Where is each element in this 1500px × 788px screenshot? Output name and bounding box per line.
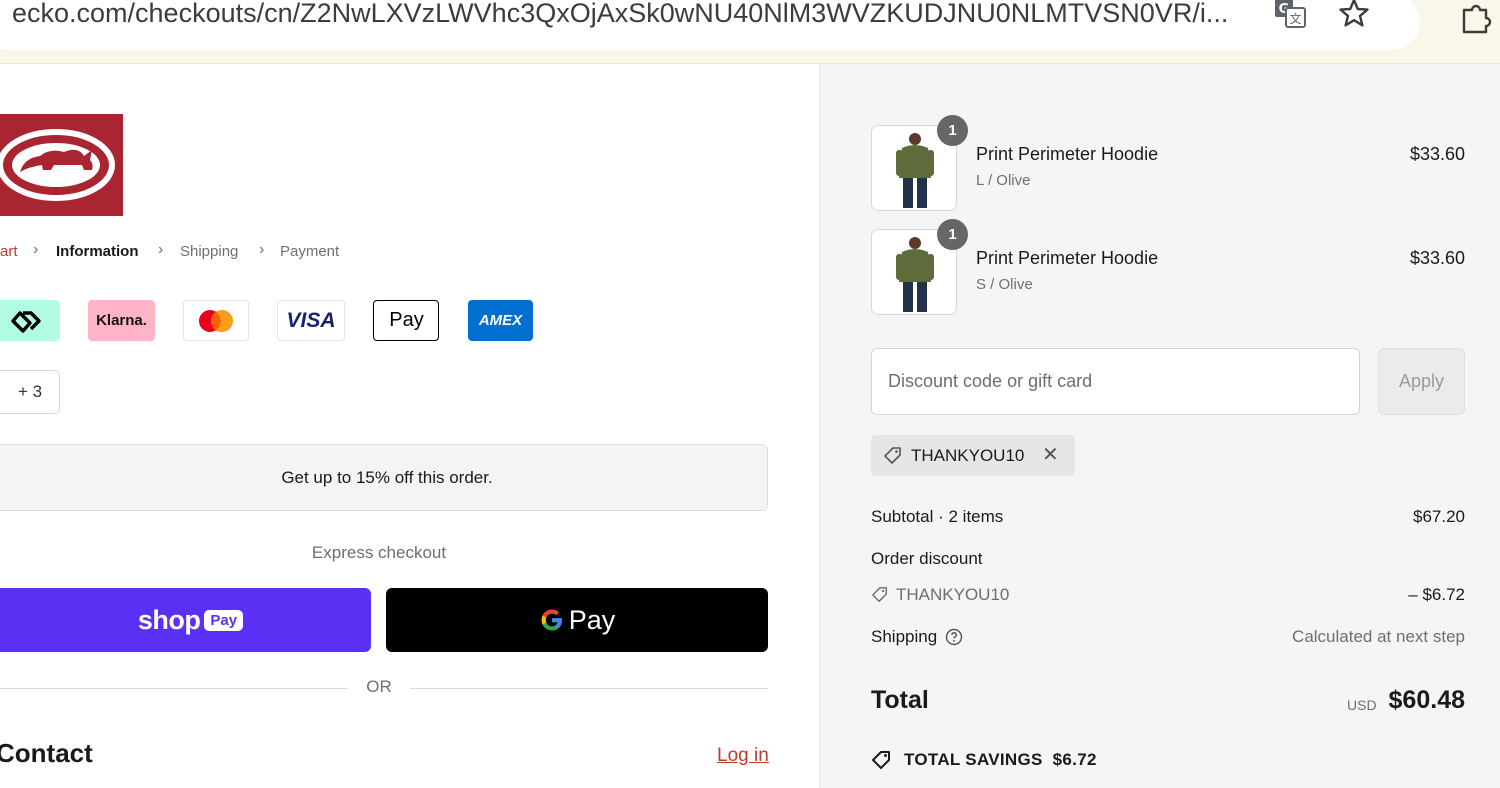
breadcrumb-shipping: Shipping: [180, 243, 239, 260]
divider-right: [410, 688, 768, 689]
total-amount: $60.48: [1388, 686, 1465, 714]
klarna-logo: Klarna.: [88, 300, 155, 341]
afterpay-logo: [0, 300, 60, 341]
item-price: $33.60: [1409, 248, 1465, 268]
discount-value: – $6.72: [1408, 585, 1465, 604]
item-name: Print Perimeter Hoodie: [976, 248, 1159, 268]
item-price: $33.60: [1409, 144, 1465, 164]
google-pay-label: Pay: [568, 604, 616, 635]
item-variant: S / Olive: [976, 276, 1033, 293]
shop-pay-wordmark: shop: [137, 604, 201, 635]
bookmark-star-icon[interactable]: [1336, 0, 1372, 31]
discount-code-input[interactable]: [871, 348, 1360, 415]
savings-tag-icon: [872, 751, 890, 769]
applied-discount-chip: THANKYOU10 ✕: [871, 435, 1075, 476]
extensions-puzzle-icon[interactable]: [1458, 0, 1494, 36]
discount-code-text: THANKYOU10: [896, 585, 1010, 604]
shipping-row: Shipping: [871, 627, 963, 647]
promo-banner[interactable]: Get up to 15% off this order.: [0, 444, 768, 511]
quantity-badge: 1: [937, 115, 968, 146]
breadcrumb-information: Information: [56, 243, 139, 260]
chevron-right-icon: ›: [259, 241, 265, 258]
total-savings-label: TOTAL SAVINGS: [904, 750, 1043, 769]
breadcrumb-cart[interactable]: art: [0, 243, 18, 260]
item-name: Print Perimeter Hoodie: [976, 144, 1159, 164]
contact-heading: Contact: [0, 738, 93, 768]
breadcrumb-payment: Payment: [280, 243, 340, 260]
more-payment-methods-button[interactable]: + 3: [0, 370, 60, 414]
svg-text:文: 文: [1289, 11, 1301, 26]
login-link[interactable]: Log in: [717, 745, 769, 767]
quantity-badge: 1: [937, 219, 968, 250]
shop-pay-badge: Pay: [204, 609, 244, 631]
total-savings: TOTAL SAVINGS $6.72: [871, 749, 1097, 771]
chevron-right-icon: ›: [158, 241, 164, 258]
chevron-right-icon: ›: [33, 241, 39, 258]
visa-logo: VISA: [277, 300, 345, 341]
currency-code: USD: [1347, 697, 1377, 713]
item-variant: L / Olive: [976, 172, 1031, 189]
total-label: Total: [871, 686, 929, 714]
shipping-value: Calculated at next step: [1292, 627, 1465, 646]
apple-pay-logo: Pay: [373, 300, 439, 341]
divider-left: [0, 688, 348, 689]
mastercard-icon: [199, 309, 233, 332]
subtotal-label: Subtotal · 2 items: [871, 507, 1004, 526]
url-text[interactable]: ecko.com/checkouts/cn/Z2NwLXVzLWVhc3QxOj…: [12, 0, 1252, 29]
express-checkout-label: Express checkout: [311, 543, 447, 562]
subtotal-value: $67.20: [1413, 507, 1465, 526]
discount-code-row: THANKYOU10: [871, 585, 1009, 605]
address-bar[interactable]: s ecko.com/checkouts/cn/Z2NwLXVzLWVhc3Qx…: [0, 0, 1420, 50]
apply-discount-button[interactable]: Apply: [1378, 348, 1465, 415]
close-icon[interactable]: ✕: [1042, 444, 1059, 466]
browser-toolbar: s ecko.com/checkouts/cn/Z2NwLXVzLWVhc3Qx…: [0, 0, 1500, 64]
or-divider-label: OR: [366, 677, 392, 696]
help-circle-icon[interactable]: [945, 628, 963, 646]
order-discount-label: Order discount: [871, 549, 983, 568]
amex-logo: AMEX: [468, 300, 533, 341]
google-pay-button[interactable]: Pay: [386, 588, 768, 652]
google-g-icon: [541, 609, 562, 631]
ecko-rhino-logo[interactable]: [0, 114, 123, 216]
shipping-label: Shipping: [871, 627, 938, 646]
tag-icon: [884, 446, 901, 464]
tag-icon: [872, 587, 888, 603]
applied-code-label: THANKYOU10: [911, 445, 1025, 465]
shop-pay-button[interactable]: shop Pay: [0, 588, 371, 652]
mastercard-logo: [183, 300, 249, 341]
translate-icon[interactable]: G 文: [1273, 0, 1307, 29]
afterpay-icon: [11, 310, 41, 333]
total-savings-value: $6.72: [1052, 750, 1097, 769]
rhino-logo-icon: [0, 129, 115, 201]
apple-pay-label: Pay: [389, 309, 424, 331]
